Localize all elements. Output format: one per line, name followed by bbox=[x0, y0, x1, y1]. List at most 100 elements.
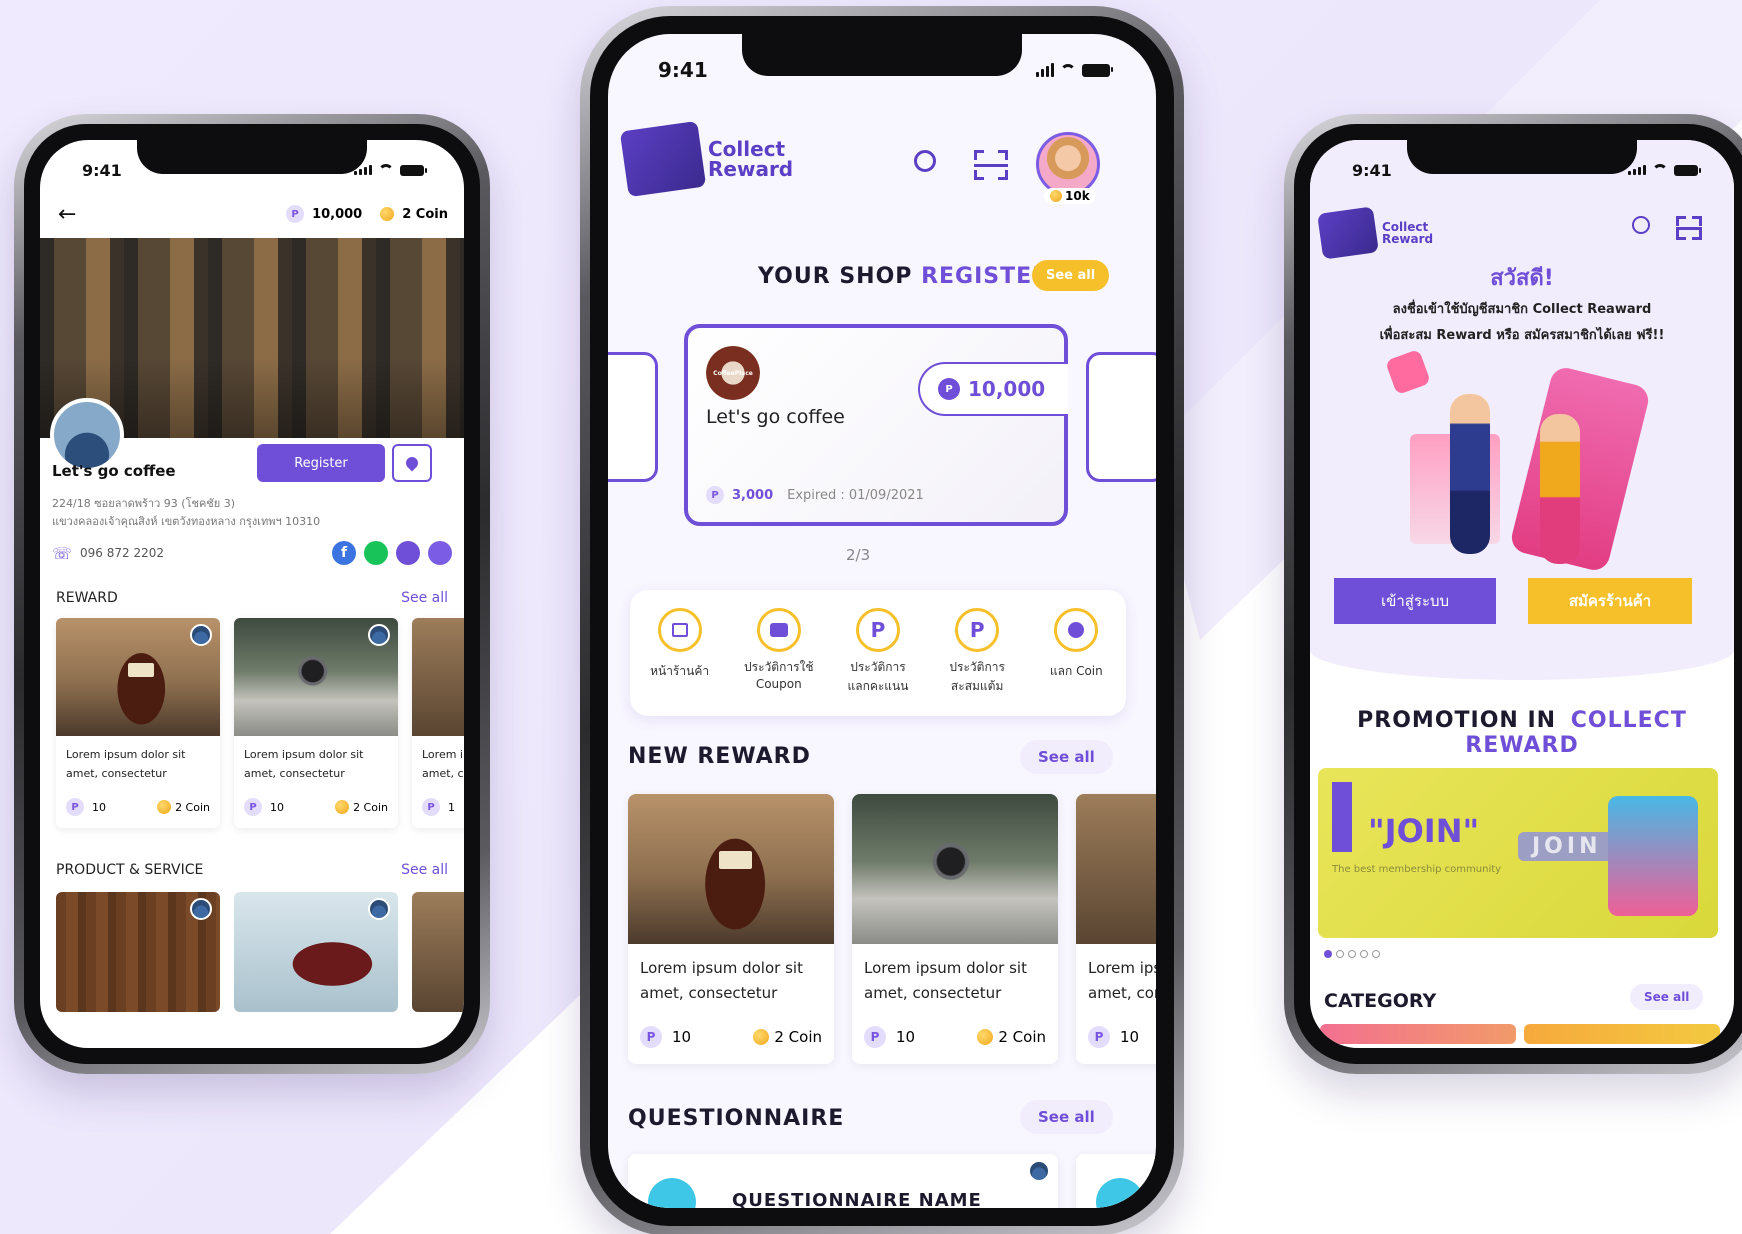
shop-mini-avatar bbox=[368, 898, 390, 920]
menu-item-collect-history[interactable]: P ประวัติการ สะสมแต้ม bbox=[932, 608, 1022, 696]
app-logo[interactable]: Collect Reward bbox=[619, 120, 794, 198]
category-card[interactable] bbox=[1524, 1024, 1720, 1044]
coin-icon bbox=[1050, 190, 1062, 202]
coin-icon bbox=[335, 800, 350, 814]
banner-pager bbox=[1324, 950, 1380, 958]
shop-see-all-button[interactable]: See all bbox=[1032, 260, 1110, 291]
points-icon: P bbox=[640, 1026, 662, 1048]
quick-menu: หน้าร้านค้า ประวัติการใช้ Coupon P ประวั… bbox=[630, 590, 1126, 716]
phone-home: 9:41 Collect Reward 10k YOUR SHOP REGIST… bbox=[580, 6, 1184, 1234]
new-reward-list: Lorem ipsum dolor sit amet, consectetur … bbox=[628, 794, 1156, 1064]
coupon-icon bbox=[756, 608, 801, 652]
menu-item-coupon-history[interactable]: ประวัติการใช้ Coupon bbox=[734, 608, 824, 691]
reward-card[interactable]: Lorem ipsum dolor sit amet, consectetur … bbox=[234, 618, 398, 828]
chat-bubble-icon bbox=[1096, 1178, 1144, 1208]
product-card[interactable] bbox=[412, 892, 464, 1012]
category-strip bbox=[1320, 1024, 1720, 1044]
next-shop-card[interactable] bbox=[1086, 352, 1156, 482]
reward-card[interactable]: Lorem ipsum dolor sit amet, consectetur … bbox=[412, 618, 464, 828]
gift-logo-icon bbox=[619, 120, 707, 198]
new-reward-title: NEW REWARD bbox=[628, 744, 811, 769]
reward-card[interactable]: Lorem ipsum dolor sit amet, consectetur … bbox=[852, 794, 1058, 1064]
logo-text-line2: Reward bbox=[708, 157, 794, 181]
product-see-all-link[interactable]: See all bbox=[401, 862, 448, 878]
coin-icon bbox=[977, 1029, 994, 1045]
website-icon[interactable] bbox=[428, 541, 452, 565]
banner-subtitle: The best membership community bbox=[1332, 864, 1502, 875]
product-card[interactable] bbox=[56, 892, 220, 1012]
points-icon: P bbox=[286, 205, 305, 223]
line-icon[interactable] bbox=[364, 541, 388, 565]
reward-section-title: REWARD bbox=[56, 590, 118, 606]
search-icon[interactable] bbox=[1632, 216, 1650, 234]
reward-coin: 2 Coin bbox=[998, 1028, 1046, 1046]
banner-logo-j bbox=[1332, 782, 1352, 852]
scan-icon[interactable] bbox=[974, 150, 1008, 180]
screen-shop-detail: 9:41 ← P 10,000 2 Coin Let's go coffee R… bbox=[40, 140, 464, 1048]
shop-card-points: 10,000 bbox=[968, 377, 1046, 401]
email-icon[interactable] bbox=[396, 541, 420, 565]
points-icon: P bbox=[938, 378, 960, 400]
banner-join-badge: JOIN bbox=[1518, 832, 1616, 861]
login-button[interactable]: เข้าสู่ระบบ bbox=[1334, 578, 1496, 624]
questionnaire-see-all-button[interactable]: See all bbox=[1020, 1100, 1113, 1134]
prev-shop-card[interactable] bbox=[608, 352, 658, 482]
register-button[interactable]: Register bbox=[257, 444, 385, 482]
new-reward-see-all-button[interactable]: See all bbox=[1020, 740, 1113, 774]
reward-see-all-link[interactable]: See all bbox=[401, 590, 448, 606]
reward-card[interactable]: Lorem ipsum dolor sit amet, consectetur … bbox=[1076, 794, 1156, 1064]
reward-card[interactable]: Lorem ipsum dolor sit amet, consectetur … bbox=[628, 794, 834, 1064]
category-title: CATEGORY bbox=[1324, 990, 1437, 1012]
back-arrow-icon[interactable]: ← bbox=[58, 202, 76, 227]
shop-card-sub-points: 3,000 bbox=[732, 487, 774, 503]
reward-title: Lorem ipsum dolor sit amet, consectetur bbox=[422, 748, 464, 780]
app-logo[interactable]: Collect Reward bbox=[1317, 206, 1433, 260]
location-pin-icon bbox=[403, 454, 421, 472]
register-shop-button[interactable]: สมัครร้านค้า bbox=[1528, 578, 1692, 624]
reward-image bbox=[1076, 794, 1156, 944]
reward-title: Lorem ipsum dolor sit amet, consectetur bbox=[66, 748, 186, 780]
chat-bubble-icon bbox=[648, 1178, 696, 1208]
wifi-icon bbox=[1060, 64, 1076, 76]
location-pin-button[interactable] bbox=[392, 444, 432, 482]
points-icon: P bbox=[864, 1026, 886, 1048]
scan-icon[interactable] bbox=[1676, 216, 1702, 240]
category-see-all-button[interactable]: See all bbox=[1630, 984, 1704, 1010]
points-icon: P bbox=[1088, 1026, 1110, 1048]
search-icon[interactable] bbox=[914, 150, 936, 172]
shop-mini-avatar bbox=[368, 624, 390, 646]
greeting-desc-1: ลงชื่อเข้าใช้บัญชีสมาชิก Collect Reaward bbox=[1392, 302, 1652, 317]
shop-avatar bbox=[50, 398, 124, 472]
coin-icon bbox=[753, 1029, 770, 1045]
coin-icon bbox=[157, 800, 172, 814]
screen-guest-home: 9:41 Collect Reward สวัสดี! ลงชื่อเข้าใช… bbox=[1310, 140, 1734, 1048]
shop-mini-avatar bbox=[1028, 1160, 1050, 1182]
reward-coin: 2 Coin bbox=[774, 1028, 822, 1046]
battery-icon bbox=[1674, 164, 1701, 176]
menu-item-label: หน้าร้านค้า bbox=[650, 664, 710, 678]
menu-item-redeem-history[interactable]: P ประวัติการ แลกคะแนน bbox=[833, 608, 923, 696]
facebook-icon[interactable]: f bbox=[332, 541, 356, 565]
status-time: 9:41 bbox=[658, 58, 708, 82]
coin-icon bbox=[380, 207, 395, 221]
promo-banner[interactable]: "JOIN" The best membership community JOI… bbox=[1318, 768, 1718, 938]
shop-phone-number[interactable]: 096 872 2202 bbox=[80, 546, 164, 560]
user-avatar[interactable] bbox=[1036, 132, 1100, 196]
points-icon: P bbox=[706, 486, 724, 504]
section-title-register: REGISTER bbox=[921, 264, 1051, 289]
questionnaire-card[interactable]: QUESTIONNAIRE NAME bbox=[628, 1154, 1058, 1208]
wifi-icon bbox=[1652, 164, 1668, 176]
menu-item-label: แลกคะแนน bbox=[847, 679, 909, 693]
banner-storefront-illustration bbox=[1608, 796, 1698, 916]
shop-card[interactable]: CoffeePlace Let's go coffee P 10,000 P 3… bbox=[684, 324, 1068, 526]
reward-card[interactable]: Lorem ipsum dolor sit amet, consectetur … bbox=[56, 618, 220, 828]
menu-item-shop[interactable]: หน้าร้านค้า bbox=[635, 608, 725, 681]
menu-item-exchange-coin[interactable]: แลก Coin bbox=[1031, 608, 1121, 681]
status-bar: 9:41 bbox=[608, 34, 1156, 94]
questionnaire-card[interactable] bbox=[1076, 1154, 1156, 1208]
product-card[interactable] bbox=[234, 892, 398, 1012]
category-card[interactable] bbox=[1320, 1024, 1516, 1044]
points-redeem-icon: P bbox=[855, 608, 900, 652]
address-line-1: 224/18 ซอยลาดพร้าว 93 (โชคชัย 3) bbox=[52, 497, 235, 510]
reward-image bbox=[412, 618, 464, 736]
